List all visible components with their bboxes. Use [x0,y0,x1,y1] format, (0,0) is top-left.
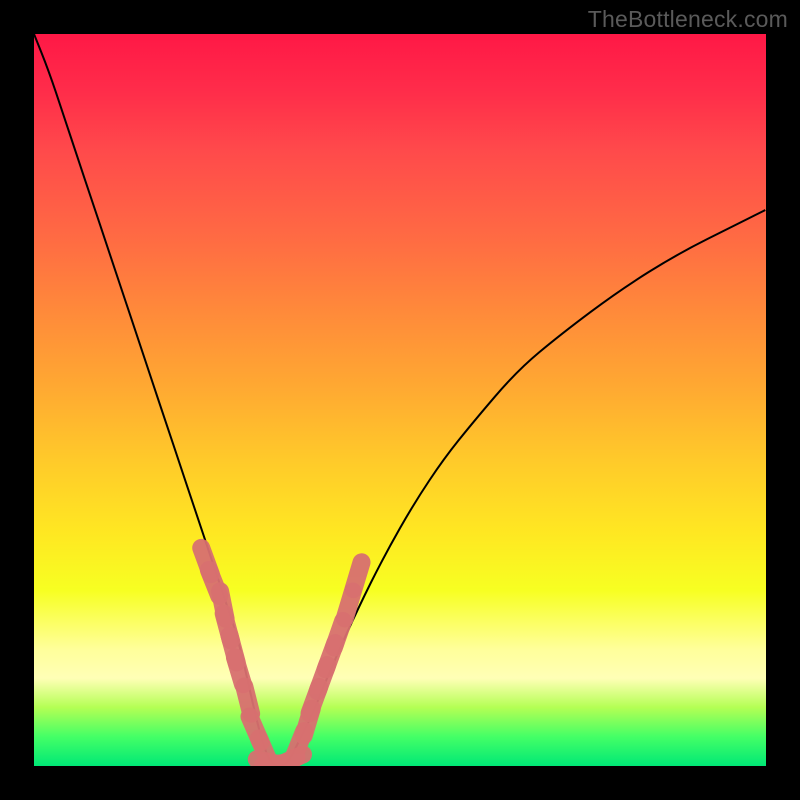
watermark-text: TheBottleneck.com [588,6,788,33]
plot-area [34,34,766,766]
highlight-dots [201,548,361,766]
bottleneck-curve [34,34,766,766]
chart-frame: TheBottleneck.com [0,0,800,800]
chart-svg [34,34,766,766]
